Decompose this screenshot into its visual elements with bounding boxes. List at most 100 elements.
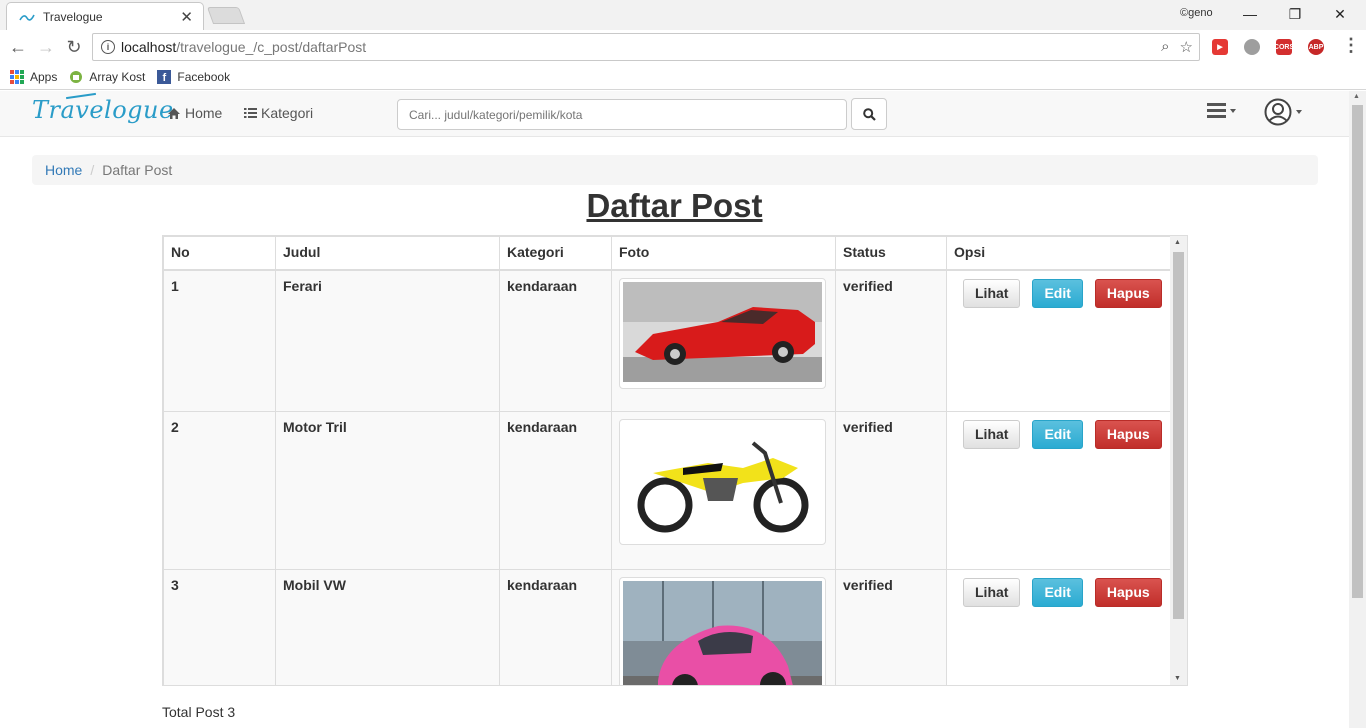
nav-home-label: Home bbox=[185, 105, 223, 121]
extension-red-icon[interactable]: ▶ bbox=[1212, 39, 1228, 55]
reload-icon[interactable]: ↻ bbox=[62, 35, 86, 59]
caret-down-icon bbox=[1230, 109, 1236, 113]
table-row: 3 Mobil VW kendaraan verified Lihat Edit… bbox=[163, 569, 1171, 685]
hapus-button[interactable]: Hapus bbox=[1094, 420, 1162, 449]
table-row: 2 Motor Tril kendaraan verified Lihat Ed… bbox=[163, 411, 1171, 570]
extension-cors-icon[interactable]: CORS bbox=[1274, 39, 1294, 55]
cell-kategori: kendaraan bbox=[499, 569, 612, 685]
cell-no: 2 bbox=[163, 411, 276, 570]
extension-abp-icon[interactable]: ABP bbox=[1308, 39, 1324, 55]
page-title: Daftar Post bbox=[586, 187, 763, 224]
page-viewport: Travelogue Home Kategori Home / Daftar P… bbox=[0, 91, 1366, 728]
table-scrollbar-thumb[interactable] bbox=[1173, 252, 1184, 619]
travelogue-favicon-icon bbox=[19, 9, 35, 25]
url-host: localhost bbox=[121, 39, 177, 55]
breadcrumb-home[interactable]: Home bbox=[45, 162, 82, 178]
scroll-down-icon[interactable]: ▼ bbox=[1174, 675, 1181, 682]
edit-button[interactable]: Edit bbox=[1032, 578, 1083, 607]
breadcrumb-current: Daftar Post bbox=[102, 162, 173, 178]
browser-tabstrip: Travelogue ✕ ©geno — ❐ ✕ bbox=[0, 0, 1366, 30]
browser-toolbar: ← → ↻ i localhost/travelogue_/c_post/daf… bbox=[0, 30, 1366, 64]
hapus-button[interactable]: Hapus bbox=[1094, 278, 1162, 308]
bookmark-facebook[interactable]: f Facebook bbox=[157, 69, 231, 84]
list-icon bbox=[244, 108, 257, 118]
post-table: No Judul Kategori Foto Status Opsi 1 Fer… bbox=[163, 236, 1171, 685]
page-scrollbar[interactable]: ▲ bbox=[1349, 91, 1366, 728]
facebook-icon: f bbox=[157, 69, 172, 84]
list-menu-icon bbox=[1207, 103, 1226, 118]
vw-beetle-image bbox=[623, 581, 822, 685]
header-status: Status bbox=[835, 236, 947, 271]
browser-menu-icon[interactable]: ⋮ bbox=[1342, 35, 1360, 56]
cell-foto bbox=[611, 269, 836, 412]
lihat-button[interactable]: Lihat bbox=[963, 420, 1021, 449]
post-photo-vw[interactable] bbox=[619, 577, 826, 685]
cell-foto bbox=[611, 569, 836, 685]
array-kost-icon bbox=[70, 70, 83, 83]
cell-kategori: kendaraan bbox=[499, 269, 612, 412]
profile-label[interactable]: ©geno bbox=[1180, 7, 1213, 19]
cell-kategori: kendaraan bbox=[499, 411, 612, 570]
bookmark-apps[interactable]: Apps bbox=[10, 69, 58, 84]
nav-home[interactable]: Home bbox=[167, 105, 222, 121]
bookmark-array-kost-label: Array Kost bbox=[89, 69, 146, 84]
caret-down-icon bbox=[1296, 110, 1302, 114]
cell-opsi: Lihat Edit Hapus bbox=[946, 569, 1171, 685]
header-opsi: Opsi bbox=[946, 236, 1171, 271]
cell-opsi: Lihat Edit Hapus bbox=[946, 411, 1171, 570]
lihat-button[interactable]: Lihat bbox=[963, 278, 1021, 308]
extension-gray-icon[interactable] bbox=[1244, 39, 1260, 55]
scroll-up-icon[interactable]: ▲ bbox=[1174, 239, 1181, 246]
table-scrollbar[interactable]: ▲ ▼ bbox=[1170, 236, 1187, 685]
bookmarks-bar: Apps Array Kost f Facebook bbox=[0, 64, 1366, 90]
close-window-icon[interactable]: ✕ bbox=[1320, 2, 1360, 26]
back-icon[interactable]: ← bbox=[6, 35, 30, 59]
user-menu-dropdown[interactable] bbox=[1264, 98, 1302, 126]
breadcrumb: Home / Daftar Post bbox=[32, 155, 1318, 185]
hapus-button[interactable]: Hapus bbox=[1094, 578, 1162, 607]
cell-foto bbox=[611, 411, 836, 570]
nav-kategori[interactable]: Kategori bbox=[244, 105, 313, 121]
post-photo-ferrari[interactable] bbox=[619, 277, 826, 389]
site-navbar: Travelogue Home Kategori bbox=[0, 91, 1349, 137]
tab-title: Travelogue bbox=[43, 9, 103, 24]
bookmark-array-kost[interactable]: Array Kost bbox=[69, 70, 145, 84]
search-input[interactable] bbox=[397, 99, 847, 130]
breadcrumb-separator: / bbox=[90, 162, 95, 178]
lihat-button[interactable]: Lihat bbox=[963, 578, 1021, 607]
search-button[interactable] bbox=[851, 98, 887, 130]
edit-button[interactable]: Edit bbox=[1032, 278, 1083, 308]
tab-close-icon[interactable]: ✕ bbox=[180, 8, 193, 26]
header-judul: Judul bbox=[275, 236, 500, 271]
total-post-label: Total Post 3 bbox=[162, 704, 236, 720]
url-path: /travelogue_/c_post/daftarPost bbox=[176, 39, 367, 55]
info-icon[interactable]: i bbox=[101, 40, 115, 54]
post-photo-motor[interactable] bbox=[619, 419, 826, 545]
forward-icon[interactable]: → bbox=[34, 35, 58, 59]
address-bar[interactable]: i localhost/travelogue_/c_post/daftarPos… bbox=[92, 33, 1200, 61]
bookmark-facebook-label: Facebook bbox=[177, 69, 231, 84]
page-scroll-up-icon[interactable]: ▲ bbox=[1353, 93, 1360, 100]
browser-tab[interactable]: Travelogue ✕ bbox=[6, 2, 204, 30]
cell-status: verified bbox=[835, 569, 947, 685]
page-scrollbar-thumb[interactable] bbox=[1352, 105, 1363, 598]
zoom-icon[interactable]: ⌕ bbox=[1161, 38, 1169, 56]
minimize-icon[interactable]: — bbox=[1230, 2, 1270, 26]
cell-judul: Ferari bbox=[275, 269, 500, 412]
brand-logo[interactable]: Travelogue bbox=[32, 96, 174, 124]
post-table-container: No Judul Kategori Foto Status Opsi 1 Fer… bbox=[162, 235, 1188, 686]
list-menu-dropdown[interactable] bbox=[1207, 103, 1236, 119]
search-icon bbox=[862, 107, 876, 121]
cell-no: 1 bbox=[163, 269, 276, 412]
bookmark-star-icon[interactable]: ☆ bbox=[1180, 38, 1193, 56]
cell-judul: Mobil VW bbox=[275, 569, 500, 685]
nav-kategori-label: Kategori bbox=[261, 105, 314, 121]
ferrari-image bbox=[623, 281, 822, 382]
bookmark-apps-label: Apps bbox=[30, 69, 58, 84]
new-tab-button[interactable] bbox=[206, 7, 246, 24]
home-icon bbox=[168, 107, 180, 119]
header-foto: Foto bbox=[611, 236, 836, 271]
restore-icon[interactable]: ❐ bbox=[1275, 2, 1315, 26]
header-no: No bbox=[163, 236, 276, 271]
edit-button[interactable]: Edit bbox=[1032, 420, 1083, 449]
